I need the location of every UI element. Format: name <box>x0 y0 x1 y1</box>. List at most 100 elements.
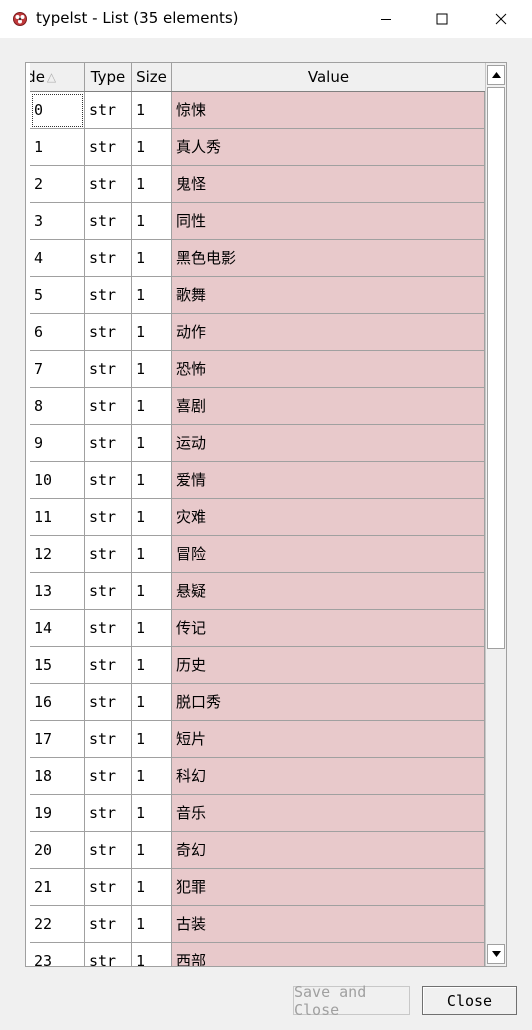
table-row[interactable]: 7 str 1 恐怖 <box>30 351 485 388</box>
table-row[interactable]: 17 str 1 短片 <box>30 721 485 758</box>
table-row[interactable]: 8 str 1 喜剧 <box>30 388 485 425</box>
value-cell[interactable]: 灾难 <box>172 499 485 536</box>
value-cell[interactable]: 古装 <box>172 906 485 943</box>
index-cell[interactable]: 5 <box>30 277 85 314</box>
type-cell[interactable]: str <box>85 499 132 536</box>
value-cell[interactable]: 西部 <box>172 943 485 966</box>
type-cell[interactable]: str <box>85 92 132 129</box>
table-row[interactable]: 20 str 1 奇幻 <box>30 832 485 869</box>
type-cell[interactable]: str <box>85 462 132 499</box>
index-cell[interactable]: 13 <box>30 573 85 610</box>
table-row[interactable]: 5 str 1 歌舞 <box>30 277 485 314</box>
index-cell[interactable]: 17 <box>30 721 85 758</box>
index-cell[interactable]: 1 <box>30 129 85 166</box>
index-cell[interactable]: 9 <box>30 425 85 462</box>
value-cell[interactable]: 脱口秀 <box>172 684 485 721</box>
column-header-index[interactable]: ıde△ <box>30 63 85 91</box>
close-button[interactable]: Close <box>422 986 517 1015</box>
maximize-button[interactable] <box>413 0 471 38</box>
index-cell[interactable]: 15 <box>30 647 85 684</box>
size-cell[interactable]: 1 <box>132 92 172 129</box>
index-cell[interactable]: 0 <box>30 92 85 129</box>
size-cell[interactable]: 1 <box>132 351 172 388</box>
size-cell[interactable]: 1 <box>132 943 172 966</box>
type-cell[interactable]: str <box>85 240 132 277</box>
type-cell[interactable]: str <box>85 277 132 314</box>
table-row[interactable]: 22 str 1 古装 <box>30 906 485 943</box>
value-cell[interactable]: 奇幻 <box>172 832 485 869</box>
index-cell[interactable]: 11 <box>30 499 85 536</box>
size-cell[interactable]: 1 <box>132 166 172 203</box>
column-header-size[interactable]: Size <box>132 63 172 91</box>
table-row[interactable]: 0 str 1 惊悚 <box>30 92 485 129</box>
type-cell[interactable]: str <box>85 795 132 832</box>
size-cell[interactable]: 1 <box>132 388 172 425</box>
index-cell[interactable]: 6 <box>30 314 85 351</box>
size-cell[interactable]: 1 <box>132 684 172 721</box>
type-cell[interactable]: str <box>85 166 132 203</box>
size-cell[interactable]: 1 <box>132 277 172 314</box>
type-cell[interactable]: str <box>85 536 132 573</box>
index-cell[interactable]: 7 <box>30 351 85 388</box>
size-cell[interactable]: 1 <box>132 499 172 536</box>
index-cell[interactable]: 19 <box>30 795 85 832</box>
size-cell[interactable]: 1 <box>132 314 172 351</box>
type-cell[interactable]: str <box>85 906 132 943</box>
index-cell[interactable]: 22 <box>30 906 85 943</box>
type-cell[interactable]: str <box>85 647 132 684</box>
table-row[interactable]: 19 str 1 音乐 <box>30 795 485 832</box>
type-cell[interactable]: str <box>85 832 132 869</box>
value-cell[interactable]: 动作 <box>172 314 485 351</box>
table-row[interactable]: 12 str 1 冒险 <box>30 536 485 573</box>
column-header-value[interactable]: Value <box>172 63 485 91</box>
type-cell[interactable]: str <box>85 351 132 388</box>
value-cell[interactable]: 惊悚 <box>172 92 485 129</box>
size-cell[interactable]: 1 <box>132 795 172 832</box>
index-cell[interactable]: 10 <box>30 462 85 499</box>
type-cell[interactable]: str <box>85 943 132 966</box>
scroll-down-button[interactable] <box>487 944 505 964</box>
type-cell[interactable]: str <box>85 758 132 795</box>
value-cell[interactable]: 犯罪 <box>172 869 485 906</box>
scroll-up-button[interactable] <box>487 65 505 85</box>
table-row[interactable]: 15 str 1 历史 <box>30 647 485 684</box>
index-cell[interactable]: 12 <box>30 536 85 573</box>
table-row[interactable]: 23 str 1 西部 <box>30 943 485 966</box>
scrollbar-thumb[interactable] <box>487 87 505 649</box>
type-cell[interactable]: str <box>85 388 132 425</box>
size-cell[interactable]: 1 <box>132 536 172 573</box>
table-row[interactable]: 6 str 1 动作 <box>30 314 485 351</box>
index-cell[interactable]: 8 <box>30 388 85 425</box>
table-row[interactable]: 3 str 1 同性 <box>30 203 485 240</box>
table-row[interactable]: 21 str 1 犯罪 <box>30 869 485 906</box>
table-row[interactable]: 11 str 1 灾难 <box>30 499 485 536</box>
value-cell[interactable]: 历史 <box>172 647 485 684</box>
table-row[interactable]: 14 str 1 传记 <box>30 610 485 647</box>
vertical-scrollbar[interactable] <box>485 63 506 966</box>
table-row[interactable]: 2 str 1 鬼怪 <box>30 166 485 203</box>
size-cell[interactable]: 1 <box>132 240 172 277</box>
value-cell[interactable]: 同性 <box>172 203 485 240</box>
value-cell[interactable]: 爱情 <box>172 462 485 499</box>
value-cell[interactable]: 短片 <box>172 721 485 758</box>
size-cell[interactable]: 1 <box>132 129 172 166</box>
value-cell[interactable]: 鬼怪 <box>172 166 485 203</box>
index-cell[interactable]: 4 <box>30 240 85 277</box>
close-window-button[interactable] <box>472 0 530 38</box>
value-cell[interactable]: 运动 <box>172 425 485 462</box>
size-cell[interactable]: 1 <box>132 425 172 462</box>
index-cell[interactable]: 16 <box>30 684 85 721</box>
type-cell[interactable]: str <box>85 314 132 351</box>
save-and-close-button[interactable]: Save and Close <box>293 983 410 1019</box>
type-cell[interactable]: str <box>85 684 132 721</box>
table-row[interactable]: 4 str 1 黑色电影 <box>30 240 485 277</box>
size-cell[interactable]: 1 <box>132 832 172 869</box>
column-header-type[interactable]: Type <box>85 63 132 91</box>
type-cell[interactable]: str <box>85 610 132 647</box>
value-cell[interactable]: 冒险 <box>172 536 485 573</box>
index-cell[interactable]: 23 <box>30 943 85 966</box>
table-row[interactable]: 16 str 1 脱口秀 <box>30 684 485 721</box>
index-cell[interactable]: 3 <box>30 203 85 240</box>
size-cell[interactable]: 1 <box>132 462 172 499</box>
size-cell[interactable]: 1 <box>132 906 172 943</box>
